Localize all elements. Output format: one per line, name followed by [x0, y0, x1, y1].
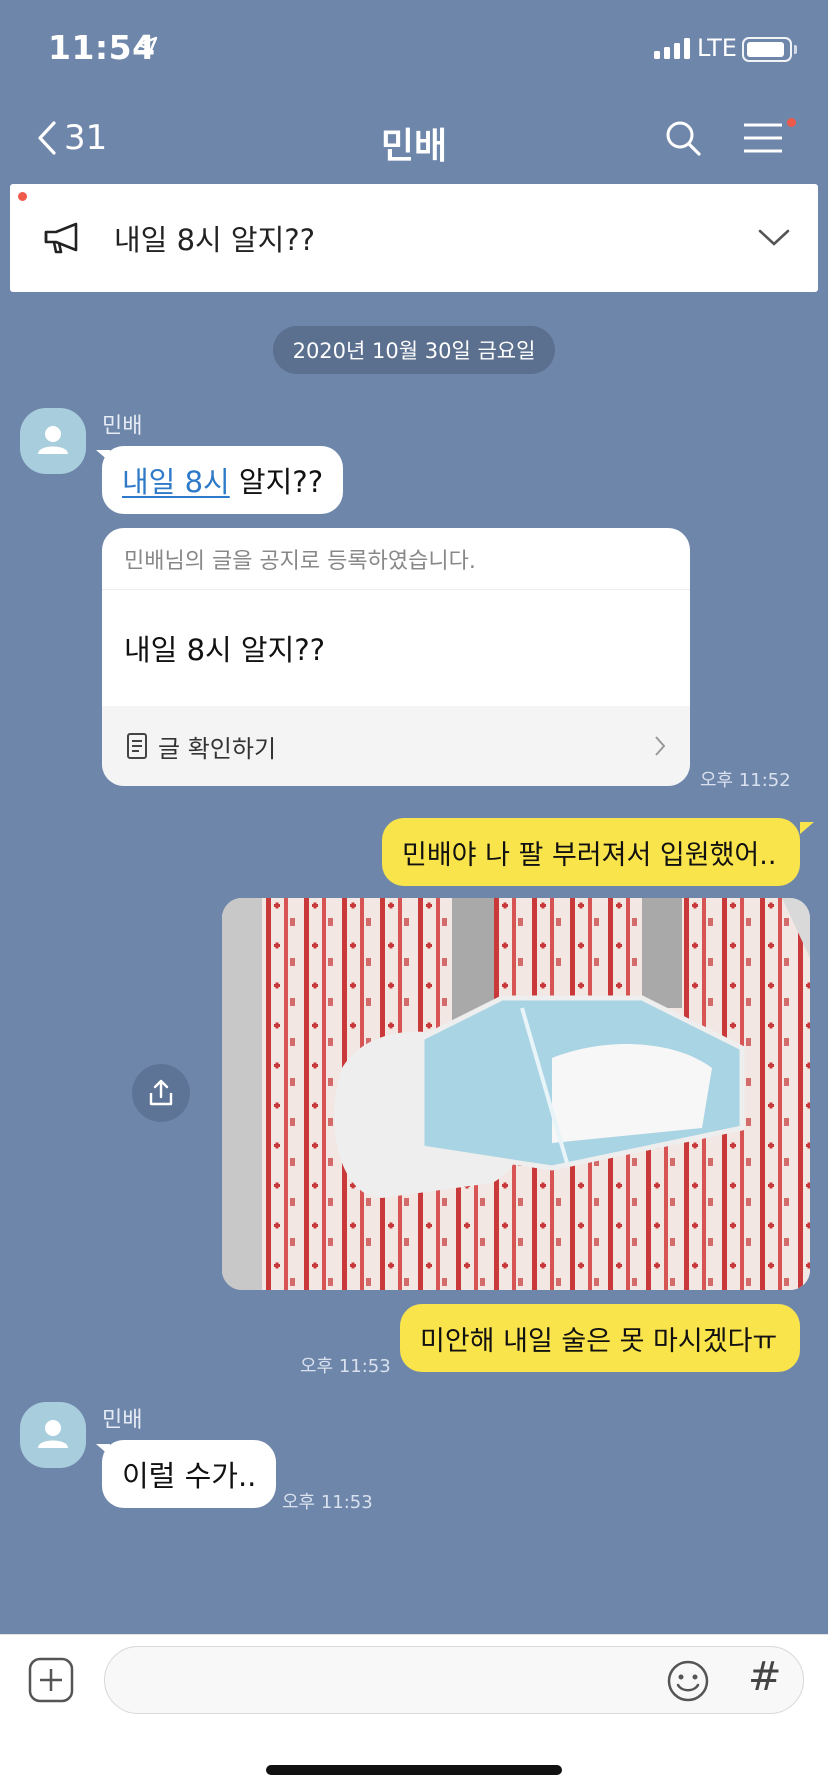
- location-arrow-icon: [136, 36, 158, 58]
- message-time: 오후 11:53: [282, 1492, 373, 1513]
- avatar[interactable]: [20, 1402, 86, 1468]
- menu-icon[interactable]: [742, 122, 784, 154]
- home-indicator: [266, 1765, 562, 1775]
- notice-badge-dot: [18, 192, 27, 201]
- megaphone-icon: [42, 221, 84, 255]
- network-type: LTE: [697, 34, 737, 62]
- signal-icon: [654, 38, 690, 59]
- search-icon[interactable]: [664, 119, 702, 157]
- message-text: 이럴 수가..: [122, 1459, 257, 1493]
- battery-icon: [742, 37, 792, 62]
- sender-name: 민배: [102, 1408, 143, 1433]
- message-time: 오후 11:53: [300, 1356, 391, 1377]
- card-header: 민배님의 글을 공지로 등록하였습니다.: [102, 528, 690, 590]
- share-icon: [149, 1079, 173, 1106]
- chevron-down-icon[interactable]: [758, 229, 790, 247]
- avatar-icon: [38, 426, 68, 454]
- message-text: 미안해 내일 술은 못 마시겠다ㅠ: [420, 1325, 778, 1357]
- chat-title: 민배: [380, 126, 448, 167]
- notice-text: 내일 8시 알지??: [114, 223, 316, 257]
- document-icon: [126, 732, 148, 760]
- message-link[interactable]: 내일 8시: [122, 459, 230, 501]
- emoji-icon[interactable]: [666, 1659, 710, 1703]
- view-post-label: 글 확인하기: [158, 734, 277, 763]
- sender-name: 민배: [102, 414, 143, 439]
- outgoing-message[interactable]: 미안해 내일 술은 못 마시겠다ㅠ: [400, 1304, 800, 1372]
- plus-icon[interactable]: [28, 1657, 74, 1703]
- menu-badge-dot: [787, 118, 796, 127]
- message-text: 알지??: [229, 465, 324, 499]
- outgoing-message[interactable]: 민배야 나 팔 부러져서 입원했어..: [382, 818, 800, 886]
- view-post-button[interactable]: 글 확인하기: [102, 706, 690, 786]
- hospital-gown-photo: [222, 898, 810, 1290]
- message-time: 오후 11:52: [700, 770, 791, 791]
- hashtag-button[interactable]: #: [748, 1654, 782, 1700]
- chevron-right-icon: [654, 735, 666, 757]
- photo-message[interactable]: [222, 898, 810, 1290]
- bubble-tail: [800, 822, 814, 834]
- avatar[interactable]: [20, 408, 86, 474]
- incoming-message[interactable]: 이럴 수가..: [102, 1440, 277, 1508]
- battery-nub: [794, 45, 797, 54]
- incoming-message[interactable]: 내일 8시 알지??: [102, 446, 344, 514]
- date-divider: 2020년 10월 30일 금요일: [273, 326, 555, 374]
- notice-card: 민배님의 글을 공지로 등록하였습니다. 내일 8시 알지?? 글 확인하기: [102, 528, 690, 786]
- share-button[interactable]: [132, 1064, 190, 1122]
- message-text: 민배야 나 팔 부러져서 입원했어..: [402, 839, 777, 871]
- notice-banner[interactable]: 내일 8시 알지??: [10, 184, 818, 292]
- avatar-icon: [38, 1420, 68, 1448]
- card-body: 내일 8시 알지??: [124, 633, 326, 667]
